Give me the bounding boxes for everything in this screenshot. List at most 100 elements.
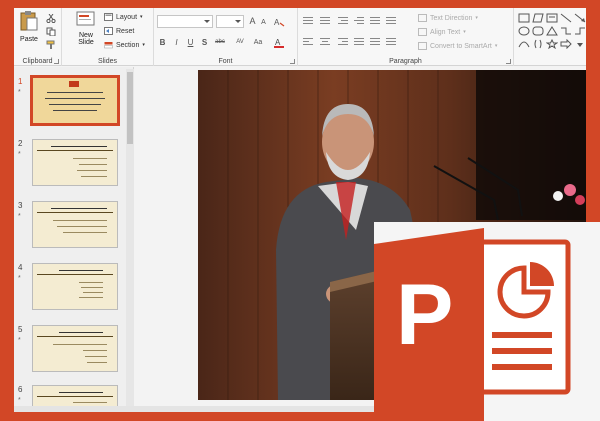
arrow-line-shape-icon[interactable] <box>574 13 586 23</box>
align-center-icon[interactable] <box>320 38 330 47</box>
numbering-icon[interactable] <box>320 17 330 26</box>
oval-shape-icon[interactable] <box>518 26 530 36</box>
arrow-shape-icon[interactable] <box>560 39 572 49</box>
copy-icon[interactable] <box>46 27 56 36</box>
slide-thumb-row-3[interactable]: 3 * <box>14 201 124 251</box>
ribbon: Paste Clipboard New Slide Layout ▾ Reset… <box>14 8 586 66</box>
thumbnails-scrollbar[interactable] <box>126 69 134 406</box>
connector-shape-icon[interactable] <box>560 26 572 36</box>
increase-indent-icon[interactable] <box>354 17 364 26</box>
star-shape-icon[interactable] <box>546 39 558 49</box>
align-right-icon[interactable] <box>338 38 348 47</box>
slides-group-label: Slides <box>97 58 118 65</box>
reset-icon <box>104 27 113 35</box>
shrink-font-button[interactable]: A <box>258 17 269 28</box>
clipboard-group: Paste Clipboard <box>14 8 62 66</box>
svg-text:A: A <box>275 38 281 47</box>
new-slide-icon <box>76 11 95 26</box>
slide-thumbnail[interactable] <box>30 75 120 126</box>
more-shapes-icon[interactable] <box>574 39 586 49</box>
section-label: Section <box>116 41 140 49</box>
scrollbar-thumb[interactable] <box>127 72 133 144</box>
grow-font-button[interactable]: A <box>247 16 258 27</box>
section-icon <box>104 42 113 49</box>
paragraph-launcher[interactable] <box>506 59 511 64</box>
convert-smartart-label: Convert to SmartArt <box>430 42 492 50</box>
align-left-icon[interactable] <box>303 38 313 47</box>
decrease-indent-icon[interactable] <box>338 17 348 26</box>
textbox-shape-icon[interactable] <box>546 13 558 23</box>
columns-icon[interactable] <box>386 17 396 26</box>
align-text-icon <box>418 28 427 36</box>
strikethrough-button[interactable]: abc <box>212 37 228 48</box>
slide-thumbnail[interactable] <box>32 385 118 406</box>
layout-button[interactable]: Layout ▾ <box>104 13 143 21</box>
logo-letter: P <box>396 267 453 363</box>
rectangle-shape-icon[interactable] <box>518 13 530 23</box>
powerpoint-logo: P <box>374 222 600 421</box>
slide-thumbnail[interactable] <box>32 325 118 372</box>
slide-thumbnail[interactable] <box>32 201 118 248</box>
slide-thumb-row-2[interactable]: 2 * <box>14 139 124 189</box>
font-size-dropdown[interactable] <box>216 15 244 28</box>
clipboard-launcher[interactable] <box>54 59 59 64</box>
underline-button[interactable]: U <box>185 37 196 48</box>
change-case-button[interactable]: Aa <box>251 37 265 48</box>
slide-thumbnail[interactable] <box>32 263 118 310</box>
convert-smartart-button[interactable]: Convert to SmartArt ▾ <box>418 42 497 50</box>
slide-number: 5 <box>18 325 23 334</box>
slide-thumb-row-4[interactable]: 4 * <box>14 263 124 313</box>
elbow-connector-shape-icon[interactable] <box>574 26 586 36</box>
font-group-label: Font <box>218 58 233 65</box>
bold-button[interactable]: B <box>157 37 168 48</box>
paste-icon <box>20 11 38 31</box>
text-direction-button[interactable]: Text Direction ▾ <box>418 14 478 22</box>
triangle-shape-icon[interactable] <box>546 26 558 36</box>
character-spacing-button[interactable]: AV <box>232 37 248 48</box>
rounded-rect-shape-icon[interactable] <box>532 26 544 36</box>
reset-button[interactable]: Reset <box>104 27 134 35</box>
curve-shape-icon[interactable] <box>518 39 530 49</box>
line-spacing-icon[interactable] <box>370 17 380 26</box>
paste-button[interactable]: Paste <box>17 10 41 43</box>
slides-group: New Slide Layout ▾ Reset Section ▾ Slides <box>62 8 154 66</box>
line-shape-icon[interactable] <box>560 13 572 23</box>
distributed-icon[interactable] <box>370 38 380 47</box>
layout-label: Layout <box>116 13 138 21</box>
slide-number: 3 <box>18 201 23 210</box>
slide-thumb-row-6[interactable]: 6 * <box>14 385 124 406</box>
text-shadow-button[interactable]: S <box>199 37 210 48</box>
shapes-gallery[interactable] <box>518 13 586 49</box>
section-button[interactable]: Section ▾ <box>104 41 145 49</box>
font-color-icon[interactable]: A <box>274 37 286 49</box>
justify-icon[interactable] <box>354 38 364 47</box>
slide-transition-marker: * <box>18 89 21 96</box>
rtl-icon[interactable] <box>386 38 396 47</box>
font-family-dropdown[interactable] <box>157 15 213 28</box>
slide-thumb-row-1[interactable]: 1 * <box>14 75 124 127</box>
slide-number: 2 <box>18 139 23 148</box>
paste-label: Paste <box>20 36 38 43</box>
align-text-button[interactable]: Align Text ▾ <box>418 28 466 36</box>
powerpoint-logo-icon: P <box>374 222 600 421</box>
bullets-icon[interactable] <box>303 17 313 26</box>
slide-number: 4 <box>18 263 23 272</box>
clear-formatting-icon[interactable]: A <box>274 17 285 27</box>
slide-transition-marker: * <box>18 337 21 344</box>
cut-icon[interactable] <box>46 14 56 23</box>
layout-icon <box>104 13 113 21</box>
format-painter-icon[interactable] <box>46 40 56 49</box>
font-group: A A A B I U S abc AV Aa A Font <box>154 8 298 66</box>
text-direction-label: Text Direction <box>430 14 473 22</box>
slide-thumbnail[interactable] <box>32 139 118 186</box>
brace-shape-icon[interactable] <box>532 39 544 49</box>
slide-thumbnails-panel: 1 * 2 * 3 * 4 * 5 * 6 * <box>14 67 134 406</box>
slide-number: 6 <box>18 385 23 394</box>
smartart-icon <box>418 42 427 50</box>
slide-thumb-row-5[interactable]: 5 * <box>14 325 124 375</box>
font-launcher[interactable] <box>290 59 295 64</box>
parallelogram-shape-icon[interactable] <box>532 13 544 23</box>
new-slide-button[interactable]: New Slide <box>72 10 100 46</box>
paragraph-group-label: Paragraph <box>389 58 422 65</box>
italic-button[interactable]: I <box>171 37 182 48</box>
